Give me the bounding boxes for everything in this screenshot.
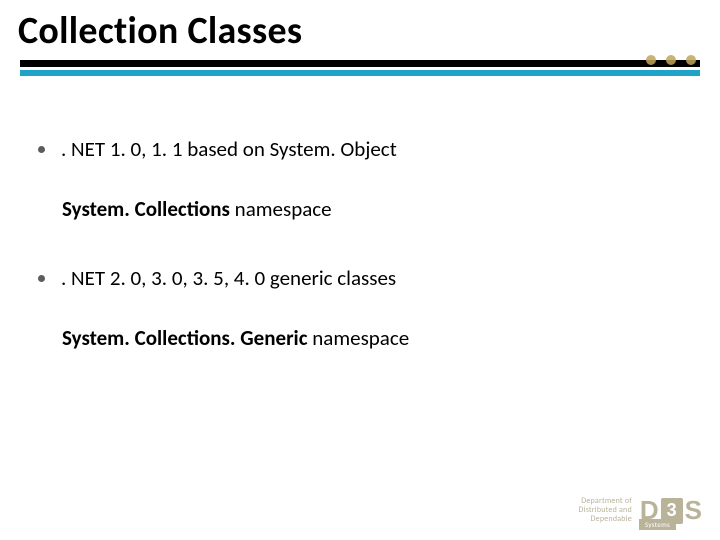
dot-icon: [646, 55, 656, 65]
decorative-dots: [646, 55, 696, 65]
sub-text: System. Collections namespace: [62, 195, 680, 223]
dept-text: Department of Distributed and Dependable: [579, 497, 632, 525]
systems-label: Systems: [639, 519, 676, 530]
bullet-item: . NET 2. 0, 3. 0, 3. 5, 4. 0 generic cla…: [38, 264, 680, 292]
dot-icon: [666, 55, 676, 65]
sub-rest: namespace: [308, 325, 410, 351]
dot-icon: [686, 55, 696, 65]
sub-bold: System. Collections. Generic: [62, 325, 308, 351]
title-underline-black: [20, 60, 700, 67]
bullet-icon: [38, 275, 45, 282]
dept-line: Dependable: [579, 515, 632, 524]
slide: Collection Classes . NET 1. 0, 1. 1 base…: [0, 0, 720, 540]
bullet-text: . NET 1. 0, 1. 1 based on System. Object: [61, 135, 397, 163]
slide-title: Collection Classes: [18, 8, 700, 54]
sub-item: System. Collections namespace: [62, 195, 680, 223]
bullet-icon: [38, 146, 45, 153]
bullet-text: . NET 2. 0, 3. 0, 3. 5, 4. 0 generic cla…: [61, 264, 396, 292]
title-underline-blue: [20, 70, 700, 76]
sub-rest: namespace: [230, 196, 332, 222]
sub-item: System. Collections. Generic namespace: [62, 324, 680, 352]
sub-bold: System. Collections: [62, 196, 230, 222]
sub-text: System. Collections. Generic namespace: [62, 324, 680, 352]
content-area: . NET 1. 0, 1. 1 based on System. Object…: [38, 135, 680, 392]
bullet-item: . NET 1. 0, 1. 1 based on System. Object: [38, 135, 680, 163]
title-wrap: Collection Classes: [18, 8, 700, 54]
logo-letter-s: S: [685, 495, 702, 526]
